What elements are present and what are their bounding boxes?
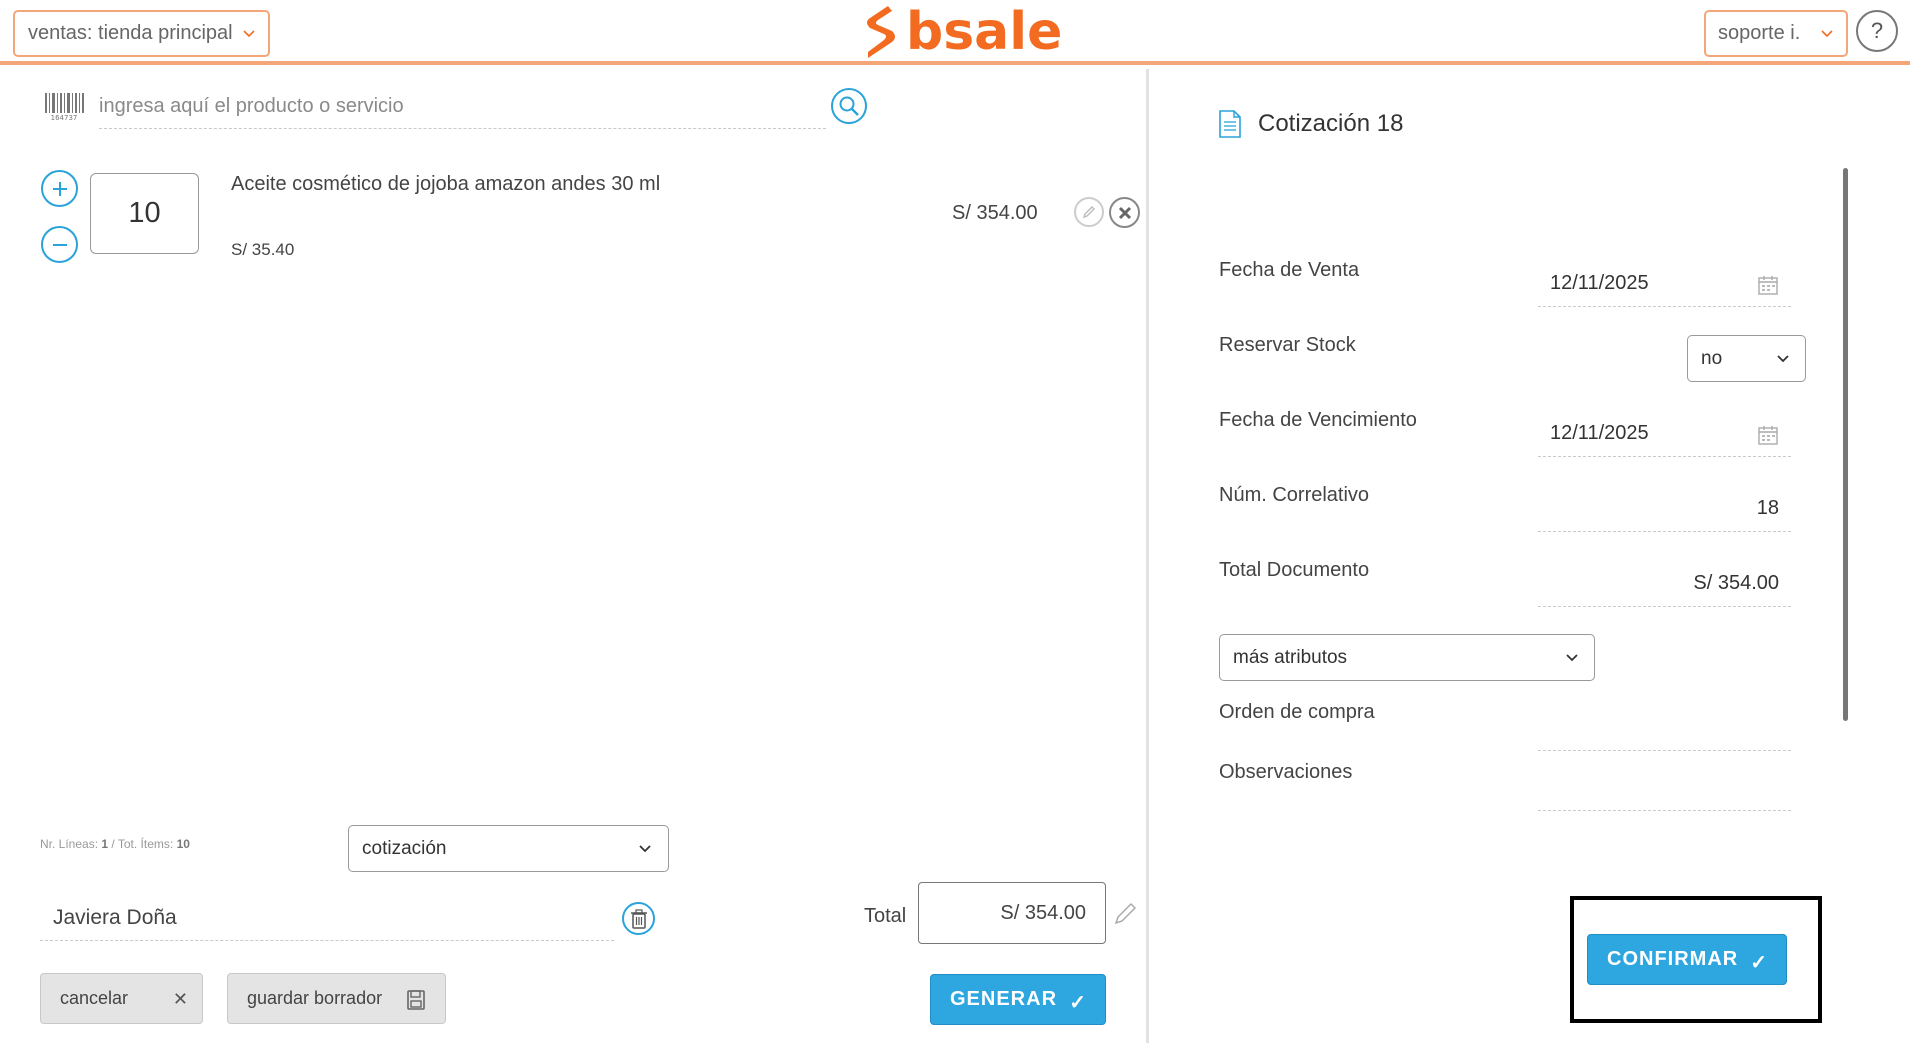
- document-type-select[interactable]: cotización: [348, 825, 669, 872]
- correlative-field[interactable]: 18: [1538, 486, 1791, 532]
- top-bar: ventas: tienda principal bsale soporte i…: [0, 0, 1910, 65]
- reserve-stock-value: no: [1701, 347, 1723, 369]
- more-attributes-select[interactable]: más atributos: [1219, 634, 1595, 681]
- line-counters: Nr. Líneas: 1 / Tot. Ítems: 10: [40, 837, 190, 851]
- due-date-field[interactable]: 12/11/2025: [1538, 411, 1791, 457]
- chevron-down-icon: [243, 30, 255, 38]
- lines-label: Nr. Líneas:: [40, 837, 99, 851]
- client-name: Javiera Doña: [53, 905, 177, 929]
- document-title: Cotización 18: [1258, 110, 1404, 137]
- sale-date-label: Fecha de Venta: [1219, 259, 1360, 281]
- search-button[interactable]: [831, 88, 867, 124]
- store-select[interactable]: ventas: tienda principal: [13, 10, 270, 57]
- pencil-icon: [1082, 206, 1095, 219]
- notes-label: Observaciones: [1219, 761, 1353, 783]
- correlative-value: 18: [1756, 497, 1779, 519]
- barcode-icon: 164737: [45, 93, 84, 120]
- confirm-label: CONFIRMAR: [1607, 948, 1739, 970]
- store-select-label: ventas: tienda principal: [28, 22, 233, 44]
- panel-divider: [1146, 69, 1149, 1043]
- cancel-button[interactable]: cancelar ✕: [40, 973, 203, 1024]
- product-search-input[interactable]: [99, 84, 826, 129]
- client-field[interactable]: Javiera Doña: [40, 895, 614, 941]
- purchase-order-label: Orden de compra: [1219, 701, 1375, 723]
- calendar-icon: [1758, 276, 1778, 295]
- pencil-icon[interactable]: [1112, 901, 1138, 927]
- quantity-field[interactable]: 10: [90, 173, 199, 254]
- calendar-icon: [1758, 426, 1778, 445]
- chevron-down-icon: [1566, 654, 1578, 662]
- sale-date-value: 12/11/2025: [1550, 272, 1649, 294]
- document-type-value: cotización: [362, 837, 447, 859]
- remove-client-button[interactable]: [622, 902, 655, 935]
- user-select[interactable]: soporte i.: [1704, 10, 1848, 57]
- generate-button[interactable]: GENERAR ✓: [930, 974, 1106, 1025]
- bsale-logo-icon: [867, 6, 895, 58]
- trash-icon: [630, 908, 647, 929]
- save-icon: [407, 990, 425, 1010]
- edit-line-button[interactable]: [1074, 197, 1104, 227]
- line-item-unit-price: S/ 35.40: [231, 240, 295, 259]
- logo-text: bsale: [906, 2, 1063, 62]
- more-attributes-label: más atributos: [1233, 646, 1348, 668]
- cancel-label: cancelar: [60, 988, 129, 1008]
- chevron-down-icon: [639, 845, 651, 853]
- due-date-label: Fecha de Vencimiento: [1219, 409, 1417, 431]
- save-draft-button[interactable]: guardar borrador: [227, 973, 446, 1024]
- help-button[interactable]: ?: [1856, 10, 1898, 52]
- reserve-stock-label: Reservar Stock: [1219, 334, 1356, 356]
- line-item-name: Aceite cosmético de jojoba amazon andes …: [231, 173, 661, 195]
- sale-date-field[interactable]: 12/11/2025: [1538, 261, 1791, 307]
- help-icon: ?: [1870, 18, 1884, 43]
- confirm-button[interactable]: CONFIRMAR ✓: [1587, 934, 1787, 985]
- save-draft-label: guardar borrador: [247, 988, 383, 1008]
- chevron-down-icon: [1777, 355, 1789, 363]
- close-icon: ✕: [172, 989, 188, 1009]
- purchase-order-field[interactable]: [1538, 705, 1791, 751]
- document-total-value: S/ 354.00: [1693, 572, 1779, 594]
- total-amount: S/ 354.00: [918, 882, 1106, 944]
- total-label: Total: [864, 905, 907, 927]
- correlative-label: Núm. Correlativo: [1219, 484, 1370, 506]
- search-icon: [839, 96, 859, 116]
- lines-count: 1: [101, 837, 109, 851]
- bsale-logo: bsale: [862, 2, 1062, 62]
- document-icon: [1219, 110, 1241, 138]
- due-date-value: 12/11/2025: [1550, 422, 1649, 444]
- increase-quantity-button[interactable]: [41, 170, 78, 207]
- items-count: 10: [176, 837, 190, 851]
- plus-icon: [52, 181, 67, 196]
- check-icon: ✓: [1750, 952, 1768, 974]
- line-item-total: S/ 354.00: [952, 202, 1038, 224]
- minus-icon: [52, 243, 67, 246]
- items-label: / Tot. Ítems:: [111, 837, 174, 851]
- check-icon: ✓: [1069, 992, 1087, 1014]
- scrollbar[interactable]: [1843, 168, 1848, 721]
- user-select-label: soporte i.: [1718, 22, 1801, 44]
- chevron-down-icon: [1821, 30, 1833, 38]
- notes-field[interactable]: [1538, 765, 1791, 811]
- reserve-stock-select[interactable]: no: [1687, 335, 1806, 382]
- close-icon: [1118, 206, 1131, 219]
- remove-line-button[interactable]: [1109, 197, 1140, 228]
- document-total-field: S/ 354.00: [1538, 561, 1791, 607]
- document-total-label: Total Documento: [1219, 559, 1370, 581]
- decrease-quantity-button[interactable]: [41, 226, 78, 263]
- svg-text:164737: 164737: [51, 114, 78, 120]
- generate-label: GENERAR: [950, 988, 1058, 1010]
